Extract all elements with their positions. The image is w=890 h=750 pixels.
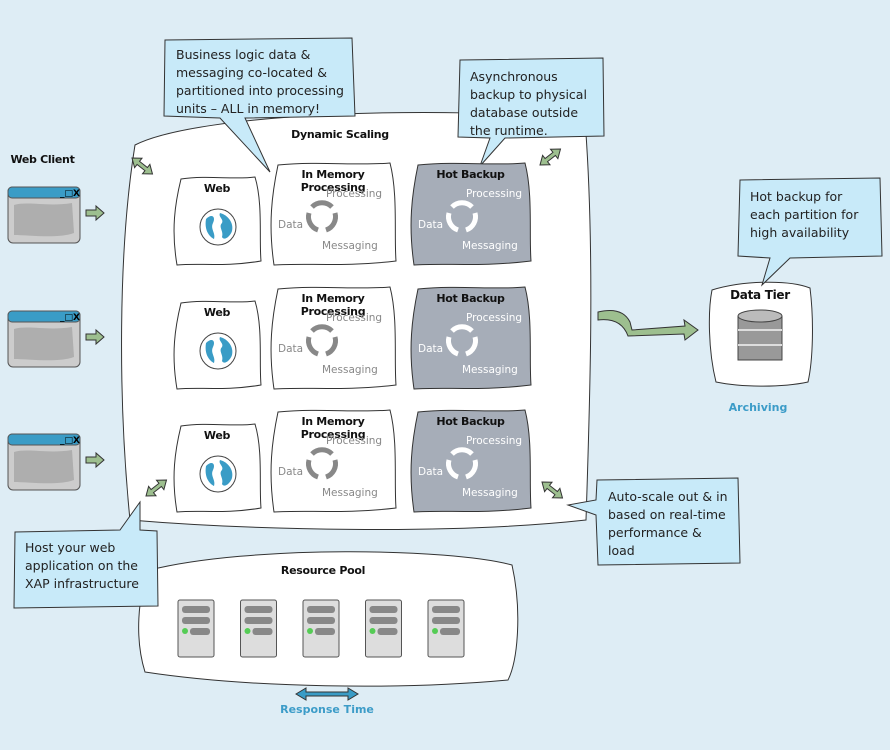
response-time-label: Response Time — [280, 703, 374, 716]
response-time-arrow — [295, 687, 359, 701]
server-icon — [177, 599, 215, 658]
messaging-label: Messaging — [322, 364, 378, 376]
callout-host-web: Host your web application on the XAP inf… — [25, 540, 139, 591]
data-label: Data — [278, 219, 304, 231]
data-label: Data — [278, 466, 304, 478]
server-icon — [302, 599, 340, 658]
dynamic-scaling-title: Dynamic Scaling — [291, 128, 389, 141]
hot-backup-title: Hot Backup — [436, 415, 505, 428]
diagram-canvas: _□X — [7, 37, 883, 701]
globe-icon — [199, 455, 237, 493]
data-tier-arrow — [597, 309, 699, 341]
server-icon — [240, 599, 277, 658]
processing-label: Processing — [466, 188, 523, 200]
server-icon — [365, 599, 402, 658]
messaging-label: Messaging — [462, 487, 518, 499]
web-client-window-icon — [7, 310, 81, 368]
callout-business-logic: Business logic data & messaging co-locat… — [176, 47, 344, 116]
messaging-label: Messaging — [322, 487, 378, 499]
database-icon — [737, 309, 783, 361]
web-card-title: Web — [203, 429, 231, 442]
globe-icon — [199, 332, 237, 370]
processing-label: Processing — [466, 435, 523, 447]
data-label: Data — [418, 466, 444, 478]
web-card-title: Web — [203, 182, 231, 195]
resource-pool-title: Resource Pool — [280, 564, 366, 577]
globe-icon — [199, 208, 237, 246]
data-tier-title: Data Tier — [730, 288, 790, 302]
processing-label: Processing — [326, 188, 383, 200]
server-icon — [427, 599, 465, 658]
web-client-title: Web Client — [10, 153, 75, 166]
messaging-label: Messaging — [462, 240, 518, 252]
callout-auto-scale: Auto-scale out & in based on real-time p… — [608, 489, 728, 558]
web-card-title: Web — [203, 306, 231, 319]
processing-label: Processing — [326, 312, 383, 324]
data-label: Data — [278, 343, 304, 355]
arrow-right-icon — [85, 205, 105, 221]
processing-label: Processing — [466, 312, 523, 324]
messaging-label: Messaging — [322, 240, 378, 252]
callout-async-backup: Asynchronous backup to physical database… — [470, 69, 587, 138]
hot-backup-title: Hot Backup — [436, 168, 505, 181]
web-client-window-icon — [7, 433, 81, 491]
data-label: Data — [418, 219, 444, 231]
callout-hot-backup: Hot backup for each partition for high a… — [750, 189, 859, 240]
messaging-label: Messaging — [462, 364, 518, 376]
arrow-right-icon — [85, 329, 105, 345]
archiving-label: Archiving — [728, 401, 788, 414]
arrow-right-icon — [85, 452, 105, 468]
processing-label: Processing — [326, 435, 383, 447]
hot-backup-title: Hot Backup — [436, 292, 505, 305]
data-label: Data — [418, 343, 444, 355]
web-client-window-icon — [7, 186, 81, 244]
